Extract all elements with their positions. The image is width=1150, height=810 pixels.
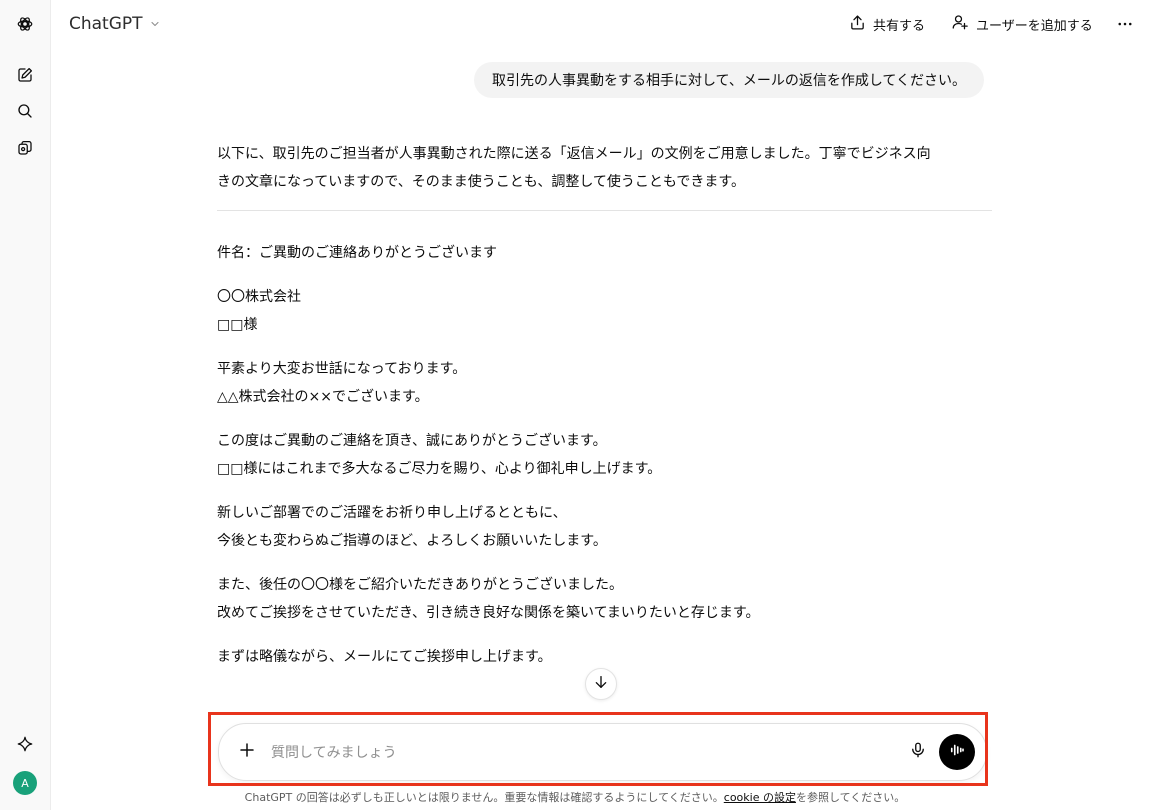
share-icon	[849, 14, 866, 35]
voice-mode-button[interactable]	[939, 734, 975, 770]
library-icon[interactable]	[11, 134, 39, 162]
disclaimer-text: ChatGPT の回答は必ずしも正しいとは限りません。重要な情報は確認するように…	[244, 791, 724, 804]
share-button[interactable]: 共有する	[849, 11, 925, 37]
email-body-2: 新しいご部署でのご活躍をお祈り申し上げるとともに、 今後とも変わらぬご指導のほど…	[217, 499, 992, 555]
user-message-text: 取引先の人事異動をする相手に対して、メールの返信を作成してください。	[491, 73, 966, 89]
composer	[218, 723, 987, 781]
prompt-input[interactable]	[269, 738, 873, 768]
share-label: 共有する	[873, 18, 926, 34]
disclaimer-suffix: を参照してください。	[795, 791, 906, 804]
cookie-settings-link[interactable]: cookie の設定	[724, 791, 796, 804]
search-icon[interactable]	[11, 97, 39, 125]
subject-label: 件名：	[217, 245, 259, 261]
body1-line-1: この度はご異動のご連絡を頂き、誠にありがとうございます。	[217, 433, 607, 449]
body3-line-2: 改めてご挨拶をさせていただき、引き続き良好な関係を築いてまいりたいと存じます。	[217, 605, 760, 621]
email-greeting: 平素より大変お世話になっております。 △△株式会社の××でございます。	[217, 355, 992, 411]
sidebar: A	[0, 0, 51, 810]
dictate-button[interactable]	[904, 738, 932, 766]
user-message-bubble: 取引先の人事異動をする相手に対して、メールの返信を作成してください。	[473, 62, 984, 98]
header: ChatGPT 共有する ユーザーを追加する	[51, 0, 1150, 48]
body3-line-1: また、後任の〇〇様をご紹介いただきありがとうございました。	[217, 577, 623, 593]
scroll-to-bottom-button[interactable]	[585, 668, 617, 700]
intro-line-1: 以下に、取引先のご担当者が人事異動された際に送る「返信メール」の文例をご用意しま…	[217, 146, 931, 162]
microphone-icon	[909, 741, 927, 763]
add-attachment-button[interactable]	[233, 738, 261, 766]
assistant-message: 以下に、取引先のご担当者が人事異動された際に送る「返信メール」の文例をご用意しま…	[217, 140, 992, 671]
email-addressee: 〇〇株式会社 □□様	[217, 283, 992, 339]
add-user-button[interactable]: ユーザーを追加する	[951, 11, 1093, 37]
plus-icon	[238, 741, 256, 763]
chevron-down-icon	[149, 15, 161, 34]
add-user-label: ユーザーを追加する	[976, 18, 1093, 34]
disclaimer: ChatGPT の回答は必ずしも正しいとは限りません。重要な情報は確認するように…	[0, 789, 1150, 805]
intro-text: 以下に、取引先のご担当者が人事異動された際に送る「返信メール」の文例をご用意しま…	[217, 140, 992, 196]
new-chat-icon[interactable]	[11, 61, 39, 89]
email-closing: まずは略儀ながら、メールにてご挨拶申し上げます。	[217, 643, 992, 671]
email-body-3: また、後任の〇〇様をご紹介いただきありがとうございました。 改めてご挨拶をさせて…	[217, 571, 992, 627]
closing-line: まずは略儀ながら、メールにてご挨拶申し上げます。	[217, 649, 552, 665]
company-name: 〇〇株式会社	[217, 289, 301, 305]
sparkle-icon[interactable]	[11, 730, 39, 758]
model-switcher[interactable]: ChatGPT	[61, 10, 169, 38]
body2-line-2: 今後とも変わらぬご指導のほど、よろしくお願いいたします。	[217, 533, 607, 549]
openai-logo-icon[interactable]	[11, 10, 39, 38]
more-options-icon[interactable]	[1113, 12, 1137, 36]
body2-line-1: 新しいご部署でのご活躍をお祈り申し上げるとともに、	[217, 505, 567, 521]
voice-waveform-icon	[948, 741, 966, 763]
avatar-initial: A	[21, 776, 29, 790]
greeting-line-1: 平素より大変お世話になっております。	[217, 361, 467, 377]
email-subject: 件名：ご異動のご連絡ありがとうございます	[217, 239, 992, 267]
model-name: ChatGPT	[69, 14, 143, 34]
arrow-down-icon	[593, 674, 609, 694]
subject-text: ご異動のご連絡ありがとうございます	[259, 245, 497, 261]
divider	[217, 210, 992, 211]
body1-line-2: □□様にはこれまで多大なるご尽力を賜り、心より御礼申し上げます。	[217, 461, 662, 477]
greeting-line-2: △△株式会社の××でございます。	[217, 389, 429, 405]
recipient-name: □□様	[217, 317, 258, 333]
intro-line-2: きの文章になっていますので、そのまま使うことも、調整して使うこともできます。	[217, 174, 745, 190]
email-body-1: この度はご異動のご連絡を頂き、誠にありがとうございます。 □□様にはこれまで多大…	[217, 427, 992, 483]
add-user-icon	[951, 13, 969, 35]
